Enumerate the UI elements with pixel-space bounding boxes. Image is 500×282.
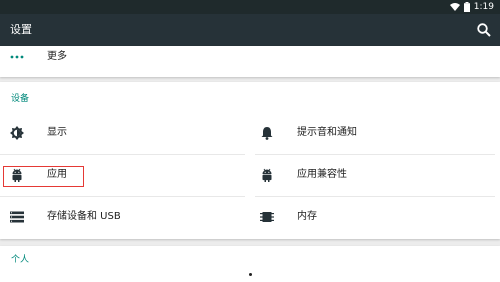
setting-item-app-compatibility[interactable]: 应用兼容性 [250,155,500,195]
section-title-device: 设备 [11,94,30,104]
wifi-icon [449,3,460,11]
memory-icon [259,209,275,225]
android-icon [259,167,275,183]
device-section-card: 设备 显示 提示音和通知 应用 应用兼容性 存储设备和 USB 内存 [0,82,500,239]
setting-item-sound-notification[interactable]: 提示音和通知 [250,113,500,153]
setting-item-label: 显示 [47,127,67,138]
personal-section-card: 个人 [0,246,500,282]
storage-icon [9,209,25,225]
setting-item-label: 更多 [47,51,67,62]
setting-item-label: 提示音和通知 [297,127,357,138]
status-time: 1:19 [473,2,494,12]
search-icon[interactable] [476,22,492,38]
setting-item-label: 应用兼容性 [297,169,347,180]
setting-item-label: 存储设备和 USB [47,211,121,222]
battery-icon [463,2,470,12]
setting-item-storage[interactable]: 存储设备和 USB [0,197,250,237]
more-card: 更多 [0,46,500,77]
page-title: 设置 [10,23,32,36]
setting-item-more[interactable]: 更多 [0,37,500,77]
setting-item-label: 内存 [297,211,317,222]
setting-item-memory[interactable]: 内存 [250,197,500,237]
brightness-icon [9,125,25,141]
bell-icon [259,125,275,141]
section-title-personal: 个人 [11,255,30,265]
setting-item-display[interactable]: 显示 [0,113,250,153]
highlight-box [3,166,84,187]
status-bar: 1:19 [0,0,500,14]
page-indicator-dot [249,273,252,276]
more-icon [9,49,25,65]
